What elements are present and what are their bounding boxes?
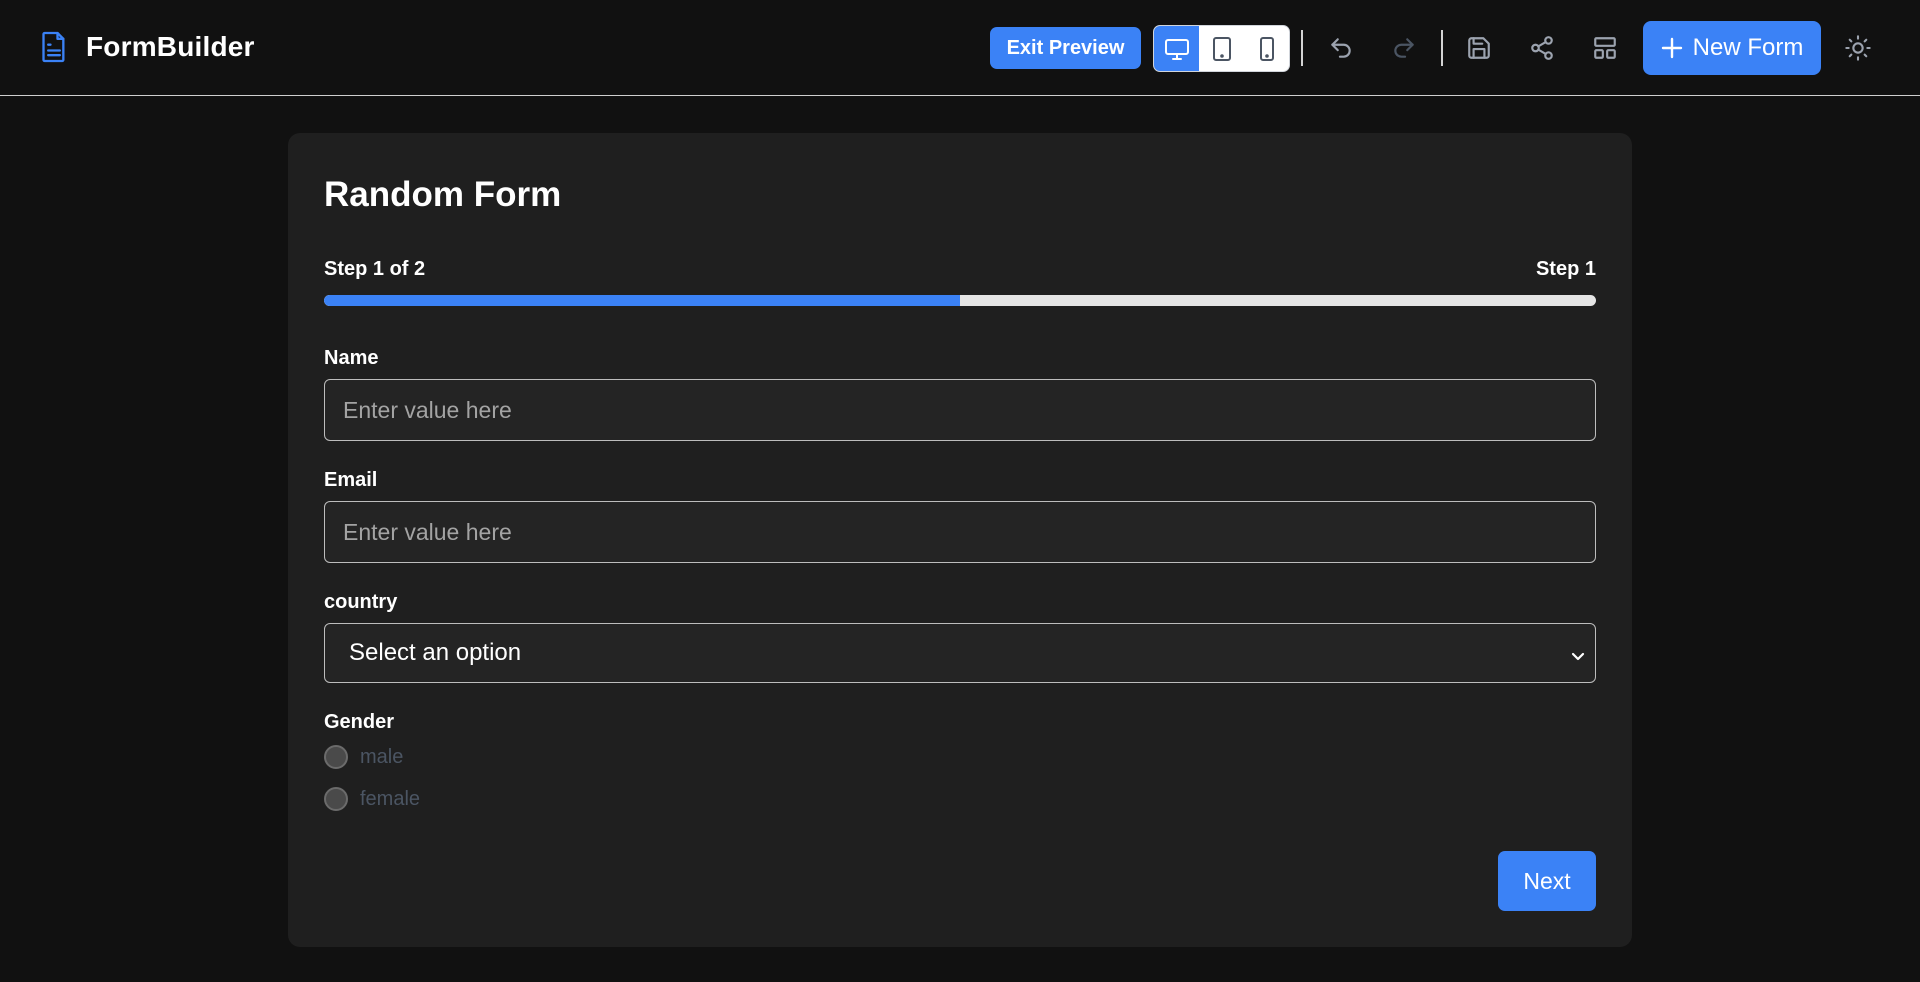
device-desktop-button[interactable] [1154,26,1199,71]
redo-button[interactable] [1386,30,1422,66]
undo-icon [1331,38,1351,58]
layout-icon [1594,37,1616,59]
toolbar-divider [1441,30,1443,66]
device-toggle-group [1153,25,1290,72]
sun-icon [1845,35,1871,61]
country-select[interactable]: Select an option [324,623,1596,683]
exit-preview-button[interactable]: Exit Preview [990,27,1141,69]
save-button[interactable] [1461,30,1497,66]
top-bar: FormBuilder Exit Preview New Form [0,0,1920,96]
toolbar-divider [1301,30,1303,66]
new-form-label: New Form [1692,34,1804,61]
chevron-down-icon [1569,644,1587,672]
country-select-value: Select an option [349,639,522,666]
redo-icon [1394,38,1414,58]
form-card: Random Form Step 1 of 2 Step 1 Name Emai… [288,133,1632,947]
gender-option-female[interactable]: female [324,787,420,811]
brand[interactable]: FormBuilder [38,28,255,66]
desktop-icon [1164,38,1189,60]
radio-button[interactable] [324,787,348,811]
step-name: Step 1 [1535,258,1596,280]
name-input[interactable] [324,379,1596,441]
new-form-button[interactable]: New Form [1643,21,1821,75]
email-label: Email [324,469,378,491]
gender-label: Gender [324,711,395,733]
radio-button[interactable] [324,745,348,769]
mobile-icon [1259,36,1274,61]
name-label: Name [324,347,379,369]
next-button[interactable]: Next [1498,851,1596,911]
theme-toggle-button[interactable] [1840,30,1876,66]
form-title: Random Form [324,175,562,214]
progress-fill [324,295,960,306]
undo-button[interactable] [1323,30,1359,66]
device-mobile-button[interactable] [1244,26,1289,71]
plus-icon [1661,37,1682,59]
tablet-icon [1212,36,1231,61]
radio-label: male [360,745,404,768]
progress-bar [324,295,1596,306]
share-icon [1531,36,1553,60]
device-tablet-button[interactable] [1199,26,1244,71]
email-input[interactable] [324,501,1596,563]
app-name: FormBuilder [86,31,255,62]
country-label: country [324,591,398,613]
step-counter: Step 1 of 2 [324,258,426,280]
gender-option-male[interactable]: male [324,745,403,769]
layout-button[interactable] [1587,30,1623,66]
document-icon [38,28,70,66]
share-button[interactable] [1524,30,1560,66]
save-icon [1468,37,1490,59]
radio-label: female [360,787,421,810]
